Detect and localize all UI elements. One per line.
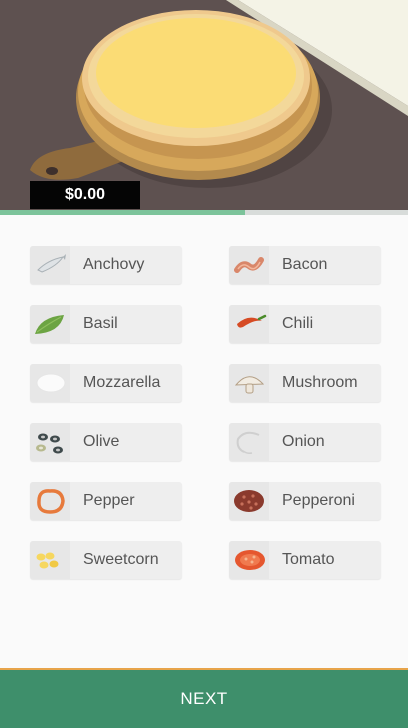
topping-label: Mushroom <box>282 374 358 391</box>
topping-label: Onion <box>282 433 325 450</box>
topping-pepper[interactable]: Pepper <box>30 482 182 520</box>
topping-onion[interactable]: Onion <box>229 423 381 461</box>
topping-label: Sweetcorn <box>83 551 159 568</box>
olive-icon <box>30 423 70 461</box>
chili-icon <box>229 305 269 343</box>
topping-label: Pepperoni <box>282 492 355 509</box>
order-progress-fill <box>0 210 245 215</box>
topping-sweetcorn[interactable]: Sweetcorn <box>30 541 182 579</box>
order-price: $0.00 <box>30 181 140 209</box>
topping-tomato[interactable]: Tomato <box>229 541 381 579</box>
topping-label: Anchovy <box>83 256 145 273</box>
topping-label: Olive <box>83 433 120 450</box>
anchovy-icon <box>30 246 70 284</box>
tomato-icon <box>229 541 269 579</box>
mozzarella-icon <box>30 364 70 402</box>
pepper-icon <box>30 482 70 520</box>
topping-mozzarella[interactable]: Mozzarella <box>30 364 182 402</box>
topping-label: Chili <box>282 315 314 332</box>
onion-icon <box>229 423 269 461</box>
bacon-icon <box>229 246 269 284</box>
order-progress-bar: 0.6 <box>0 210 408 215</box>
next-button[interactable]: NEXT <box>0 668 408 728</box>
topping-label: Bacon <box>282 256 328 273</box>
basil-icon <box>30 305 70 343</box>
topping-bacon[interactable]: Bacon <box>229 246 381 284</box>
pepperoni-icon <box>229 482 269 520</box>
topping-mushroom[interactable]: Mushroom <box>229 364 381 402</box>
topping-anchovy[interactable]: Anchovy <box>30 246 182 284</box>
topping-chili[interactable]: Chili <box>229 305 381 343</box>
topping-label: Mozzarella <box>83 374 161 391</box>
topping-olive[interactable]: Olive <box>30 423 182 461</box>
topping-basil[interactable]: Basil <box>30 305 182 343</box>
sweetcorn-icon <box>30 541 70 579</box>
mushroom-icon <box>229 364 269 402</box>
topping-pepperoni[interactable]: Pepperoni <box>229 482 381 520</box>
topping-label: Basil <box>83 315 118 332</box>
topping-label: Tomato <box>282 551 335 568</box>
topping-label: Pepper <box>83 492 135 509</box>
